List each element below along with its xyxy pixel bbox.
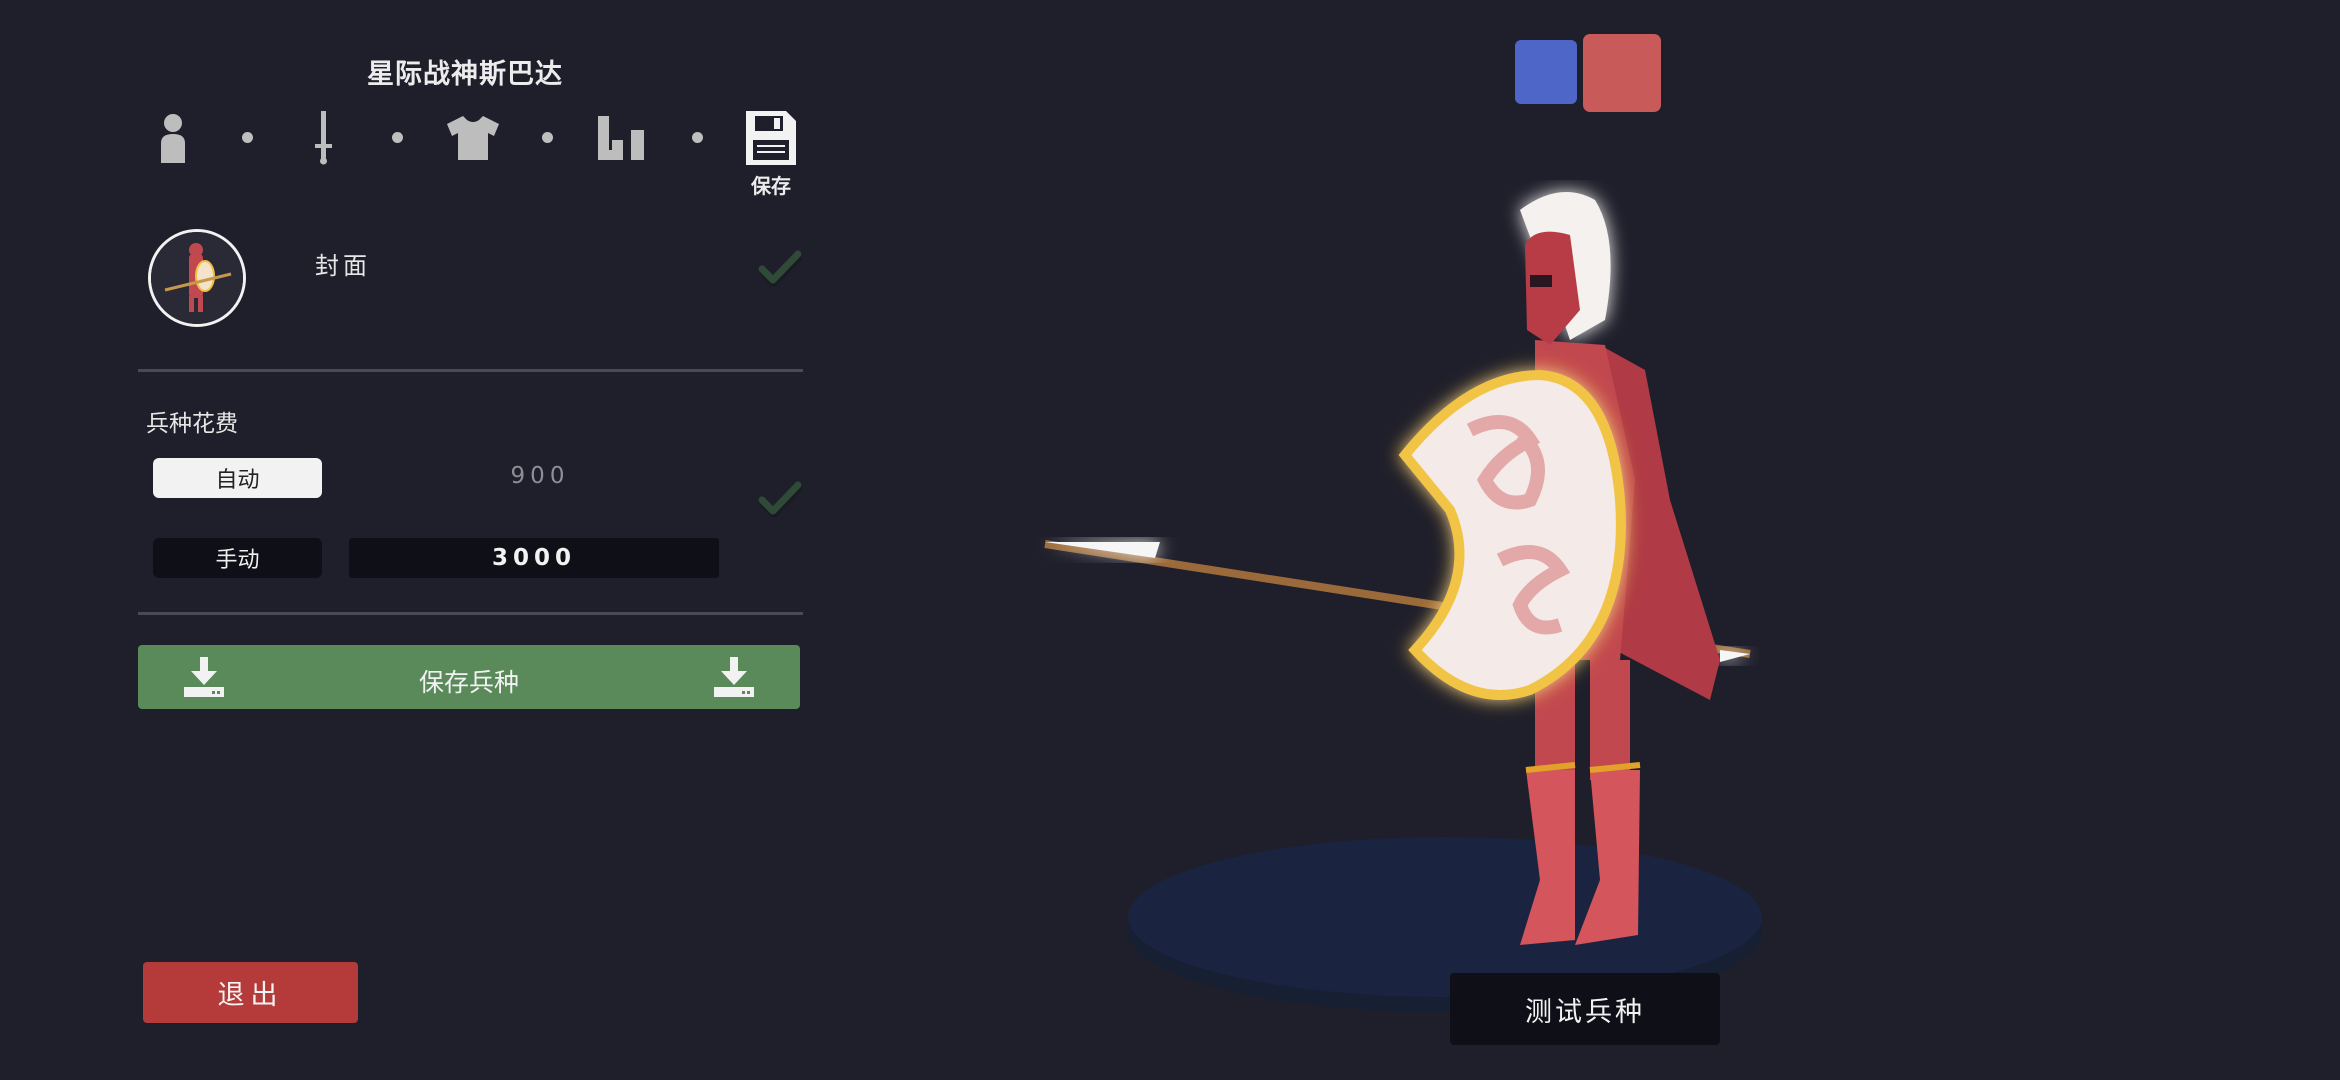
step-separator <box>392 132 403 143</box>
step-save-button[interactable] <box>741 108 801 168</box>
step-appearance-button[interactable] <box>143 108 203 168</box>
unit-cost-title: 兵种花费 <box>146 411 238 437</box>
team-blue-swatch[interactable] <box>1515 40 1577 104</box>
stats-icon <box>598 116 644 160</box>
person-icon <box>161 114 185 163</box>
cover-check-icon <box>758 250 802 287</box>
team-red-swatch[interactable] <box>1583 34 1661 112</box>
cost-check-icon <box>758 481 802 518</box>
save-unit-label: 保存兵种 <box>418 668 519 697</box>
download-icon <box>714 657 754 697</box>
step-separator <box>542 132 553 143</box>
save-step-label: 保存 <box>751 174 791 198</box>
step-separator <box>242 132 253 143</box>
manual-cost-input[interactable]: 3000 <box>349 538 719 578</box>
save-unit-button[interactable]: 保存兵种 <box>138 645 800 709</box>
auto-cost-value: 900 <box>510 463 570 489</box>
divider <box>138 369 803 372</box>
sword-icon <box>315 111 332 165</box>
divider <box>138 612 803 615</box>
unit-preview-scene[interactable] <box>1030 180 1930 1030</box>
auto-cost-button[interactable]: 自动 <box>153 458 322 498</box>
step-stats-button[interactable] <box>593 108 653 168</box>
step-weapon-button[interactable] <box>293 108 353 168</box>
cover-label: 封面 <box>315 252 371 280</box>
shirt-icon <box>447 116 499 160</box>
step-separator <box>692 132 703 143</box>
unit-thumbnail-image <box>151 232 243 324</box>
manual-cost-button[interactable]: 手动 <box>153 538 322 578</box>
exit-button[interactable]: 退出 <box>143 962 358 1023</box>
cover-avatar[interactable] <box>148 229 246 327</box>
save-disk-icon <box>746 111 796 165</box>
unit-editor-panel: 星际战神斯巴达 保存 封面 兵种花费 自动 900 手动 3000 保存兵种 退… <box>0 0 830 1080</box>
unit-title: 星际战神斯巴达 <box>367 59 563 90</box>
step-clothing-button[interactable] <box>443 108 503 168</box>
test-unit-button[interactable]: 测试兵种 <box>1450 973 1720 1045</box>
